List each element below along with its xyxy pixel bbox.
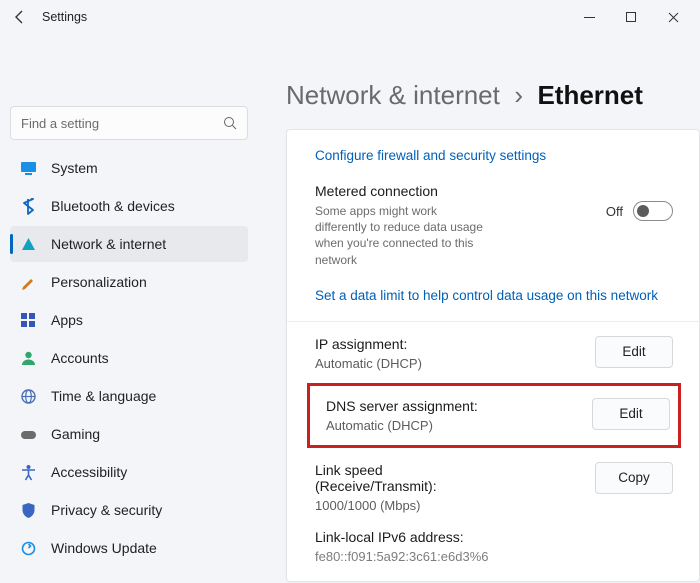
crumb-parent[interactable]: Network & internet [286, 80, 500, 110]
sidebar-item-label: Time & language [51, 388, 156, 404]
sidebar-item-label: Personalization [51, 274, 147, 290]
person-icon [20, 350, 37, 367]
metered-toggle-label: Off [606, 204, 623, 219]
ip-value: Automatic (DHCP) [315, 356, 585, 371]
sidebar-item-windows-update[interactable]: Windows Update [10, 530, 248, 566]
sidebar-item-personalization[interactable]: Personalization [10, 264, 248, 300]
maximize-button[interactable] [610, 3, 652, 31]
wifi-icon [20, 236, 37, 253]
ip-edit-button[interactable]: Edit [595, 336, 673, 368]
gaming-icon [20, 426, 37, 443]
search-icon [223, 116, 237, 130]
search-box[interactable] [10, 106, 248, 140]
window-title: Settings [42, 10, 87, 24]
sidebar-item-label: Apps [51, 312, 83, 328]
firewall-link[interactable]: Configure firewall and security settings [287, 136, 699, 175]
divider [287, 321, 699, 322]
minimize-button[interactable] [568, 3, 610, 31]
back-button[interactable] [6, 3, 34, 31]
dns-title: DNS server assignment: [326, 398, 582, 414]
sidebar: System Bluetooth & devices Network & inter… [0, 34, 258, 583]
sidebar-item-label: Bluetooth & devices [51, 198, 175, 214]
dns-highlight-box: DNS server assignment: Automatic (DHCP) … [307, 383, 681, 448]
metered-row: Metered connection Some apps might work … [287, 175, 699, 276]
ipv6-title: Link-local IPv6 address: [315, 529, 663, 545]
grid-icon [20, 312, 37, 329]
nav-list: System Bluetooth & devices Network & inter… [10, 150, 248, 566]
settings-panel: Configure firewall and security settings… [286, 129, 700, 582]
chevron-right-icon: › [507, 80, 537, 110]
minimize-icon [584, 12, 595, 23]
sidebar-item-network-internet[interactable]: Network & internet [10, 226, 248, 262]
main-content: Network & internet › Ethernet Configure … [258, 34, 700, 583]
shield-icon [20, 502, 37, 519]
dns-value: Automatic (DHCP) [326, 418, 582, 433]
update-icon [20, 540, 37, 557]
monitor-icon [20, 160, 37, 177]
bluetooth-icon [20, 198, 37, 215]
accessibility-icon [20, 464, 37, 481]
sidebar-item-bluetooth-devices[interactable]: Bluetooth & devices [10, 188, 248, 224]
sidebar-item-label: Privacy & security [51, 502, 162, 518]
close-button[interactable] [652, 3, 694, 31]
sidebar-item-system[interactable]: System [10, 150, 248, 186]
search-input[interactable] [21, 116, 223, 131]
sidebar-item-label: Accounts [51, 350, 109, 366]
sidebar-item-accessibility[interactable]: Accessibility [10, 454, 248, 490]
sidebar-item-label: Accessibility [51, 464, 127, 480]
speed-copy-button[interactable]: Copy [595, 462, 673, 494]
title-bar: Settings [0, 0, 700, 34]
speed-row: Link speed (Receive/Transmit): 1000/1000… [287, 454, 699, 521]
sidebar-item-label: Windows Update [51, 540, 157, 556]
sidebar-item-privacy-security[interactable]: Privacy & security [10, 492, 248, 528]
sidebar-item-apps[interactable]: Apps [10, 302, 248, 338]
dns-edit-button[interactable]: Edit [592, 398, 670, 430]
metered-toggle[interactable] [633, 201, 673, 221]
close-icon [668, 12, 679, 23]
metered-desc: Some apps might work differently to redu… [315, 203, 485, 268]
crumb-current: Ethernet [537, 80, 642, 110]
sidebar-item-time-language[interactable]: Time & language [10, 378, 248, 414]
ipv6-value: fe80::f091:5a92:3c61:e6d3%6 [315, 549, 663, 564]
sidebar-item-label: Gaming [51, 426, 100, 442]
ip-title: IP assignment: [315, 336, 585, 352]
sidebar-item-label: System [51, 160, 98, 176]
brush-icon [20, 274, 37, 291]
speed-title: Link speed (Receive/Transmit): [315, 462, 475, 494]
globe-icon [20, 388, 37, 405]
speed-value: 1000/1000 (Mbps) [315, 498, 585, 513]
arrow-left-icon [13, 10, 27, 24]
ipv6-row: Link-local IPv6 address: fe80::f091:5a92… [287, 521, 699, 564]
sidebar-item-label: Network & internet [51, 236, 166, 252]
breadcrumb: Network & internet › Ethernet [258, 34, 700, 129]
ip-row: IP assignment: Automatic (DHCP) Edit [287, 328, 699, 379]
dns-row: DNS server assignment: Automatic (DHCP) … [318, 394, 670, 437]
sidebar-item-gaming[interactable]: Gaming [10, 416, 248, 452]
maximize-icon [626, 12, 636, 22]
data-limit-link[interactable]: Set a data limit to help control data us… [287, 276, 699, 315]
sidebar-item-accounts[interactable]: Accounts [10, 340, 248, 376]
metered-title: Metered connection [315, 183, 596, 199]
